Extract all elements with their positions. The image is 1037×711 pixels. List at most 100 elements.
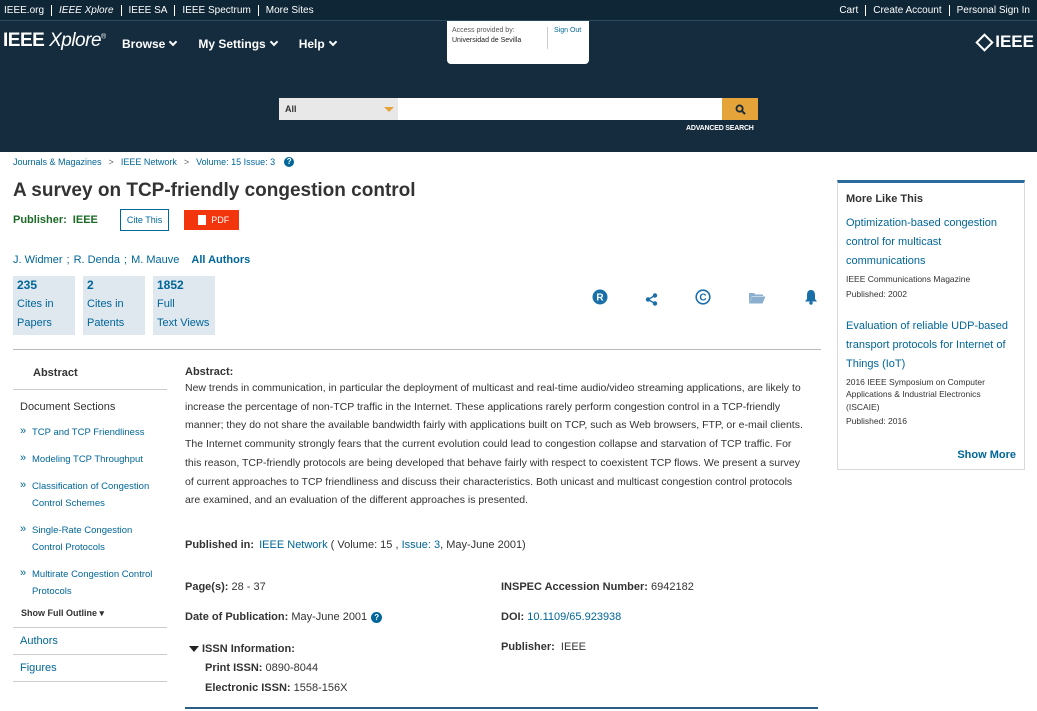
author-link[interactable]: R. Denda — [74, 254, 120, 266]
doi-link[interactable]: 10.1109/65.923938 — [527, 611, 621, 623]
publisher-info: Publisher: IEEE — [13, 214, 98, 226]
abstract-section: Abstract: New trends in communication, i… — [185, 366, 807, 510]
pdf-button[interactable]: PDF — [184, 210, 240, 230]
metric-label: Cites in — [17, 298, 54, 310]
create-account-link[interactable]: Create Account — [866, 5, 950, 16]
ieee-org-link[interactable]: IEEE.org — [4, 5, 53, 16]
related-article-year: Published: 2002 — [846, 288, 907, 299]
caret-down-icon: ▾ — [99, 608, 105, 618]
breadcrumb-volume[interactable]: Volume: 15 Issue: 3 — [196, 157, 275, 167]
all-authors-link[interactable]: All Authors — [191, 254, 250, 266]
search-button[interactable] — [722, 98, 758, 120]
related-article-title[interactable]: Optimization-based congestion control fo… — [846, 214, 1016, 271]
bell-icon[interactable] — [804, 289, 818, 305]
metric-cites-patents[interactable]: 2 Cites in Patents — [83, 276, 145, 335]
pdf-icon — [198, 215, 207, 225]
date-of-publication: Date of Publication: May-June 2001? — [185, 611, 383, 623]
breadcrumb-journals[interactable]: Journals & Magazines — [13, 157, 102, 167]
ieee-sa-link[interactable]: IEEE SA — [122, 5, 176, 16]
doi-label: DOI: — [501, 611, 525, 623]
sidebar-section-link[interactable]: Modeling TCP Throughput — [13, 446, 167, 473]
date-label: Date of Publication: — [185, 611, 289, 623]
search-input[interactable] — [398, 98, 722, 120]
personal-sign-in-link[interactable]: Personal Sign In — [950, 5, 1030, 16]
issn-info[interactable]: ISSN Information: — [189, 643, 295, 655]
logo-italic: Xplore — [49, 30, 102, 51]
main-nav: Browse My Settings Help — [122, 37, 358, 51]
sidebar-section-link[interactable]: Single-Rate Congestion Control Protocols — [13, 517, 167, 561]
pages-info: Page(s): 28 - 37 — [185, 581, 266, 593]
author-link[interactable]: M. Mauve — [131, 254, 179, 266]
metric-full-text-views[interactable]: 1852 Full Text Views — [153, 276, 215, 335]
show-more-link[interactable]: Show More — [957, 449, 1016, 461]
help-icon[interactable]: ? — [371, 612, 383, 623]
pages-value: 28 - 37 — [231, 581, 266, 593]
caret-down-icon — [189, 646, 199, 652]
nav-my-settings-label: My Settings — [198, 37, 266, 51]
related-article-title[interactable]: Evaluation of reliable UDP-based transpo… — [846, 317, 1016, 374]
author-link[interactable]: J. Widmer — [13, 254, 63, 266]
chevron-down-icon — [169, 37, 178, 47]
show-full-outline-toggle[interactable]: Show Full Outline ▾ — [13, 605, 167, 628]
issue-link[interactable]: Issue: 3 — [402, 539, 441, 551]
sidebar-figures[interactable]: Figures — [13, 655, 167, 682]
pages-label: Page(s): — [185, 581, 229, 593]
cart-link[interactable]: Cart — [832, 5, 867, 16]
svg-text:R: R — [596, 293, 604, 304]
breadcrumb-ieee-network[interactable]: IEEE Network — [121, 157, 177, 167]
authors-list: J. Widmer; R. Denda; M. Mauve All Author… — [13, 254, 254, 266]
share-icon[interactable] — [645, 293, 658, 306]
search-scope-select[interactable]: All — [279, 98, 398, 120]
print-issn-label: Print ISSN: — [205, 662, 263, 674]
inspec-value: 6942182 — [650, 581, 694, 593]
ieee-brand-logo[interactable]: IEEE — [975, 32, 1034, 52]
related-article: Evaluation of reliable UDP-based transpo… — [838, 317, 1024, 427]
sidebar-authors[interactable]: Authors — [13, 628, 167, 655]
help-icon[interactable]: ? — [284, 157, 295, 167]
published-in-label: Published in: — [185, 539, 255, 551]
journal-link[interactable]: IEEE Network — [259, 539, 327, 551]
metric-label: Papers — [17, 317, 52, 329]
ieee-spectrum-link[interactable]: IEEE Spectrum — [175, 5, 259, 16]
rights-icon[interactable]: R — [592, 289, 608, 305]
metrics-row: 235 Cites in Papers 2 Cites in Patents 1… — [13, 276, 223, 335]
registered-mark: ® — [101, 33, 106, 41]
access-label: Access provided by: — [452, 27, 515, 34]
nav-browse[interactable]: Browse — [122, 37, 178, 51]
sidebar-section-link[interactable]: Classification of Congestion Control Sch… — [13, 473, 167, 517]
copyright-icon[interactable]: C — [695, 289, 711, 305]
page-title: A survey on TCP-friendly congestion cont… — [13, 180, 416, 201]
nav-help-label: Help — [298, 37, 325, 51]
nav-my-settings[interactable]: My Settings — [198, 37, 278, 51]
print-issn-value: 0890-8044 — [265, 662, 319, 674]
sidebar-section-link[interactable]: Multirate Congestion Control Protocols — [13, 561, 167, 605]
issn-label: ISSN Information: — [202, 643, 295, 655]
search-scope-value: All — [285, 104, 297, 114]
sidebar-abstract[interactable]: Abstract — [13, 357, 167, 390]
more-like-this-panel: More Like This Optimization-based conges… — [837, 180, 1025, 470]
publisher-value: IEEE — [72, 214, 98, 226]
sidebar-section-link[interactable]: TCP and TCP Friendliness — [13, 419, 167, 446]
sign-out-link[interactable]: Sign Out — [547, 27, 581, 49]
cite-this-button[interactable]: Cite This — [119, 209, 170, 231]
abstract-text: New trends in communication, in particul… — [185, 382, 803, 507]
publisher-detail: Publisher: IEEE — [501, 641, 586, 653]
publisher-detail-value: IEEE — [560, 641, 586, 653]
more-like-this-heading: More Like This — [846, 193, 924, 205]
ieee-xplore-logo[interactable]: IEEE Xplore® — [3, 30, 106, 52]
more-sites-link[interactable]: More Sites — [259, 5, 314, 16]
advanced-search-link[interactable]: ADVANCED SEARCH — [686, 125, 754, 132]
nav-help[interactable]: Help — [298, 37, 337, 51]
doi-info: DOI: 10.1109/65.923938 — [501, 611, 621, 623]
metric-cites-papers[interactable]: 235 Cites in Papers — [13, 276, 75, 335]
electronic-issn-value: 1558-156X — [293, 682, 348, 694]
metric-number: 235 — [17, 278, 38, 292]
ieee-xplore-link[interactable]: IEEE Xplore — [52, 5, 122, 16]
dropdown-arrow-icon — [384, 107, 394, 112]
folder-icon[interactable] — [748, 291, 766, 304]
ieee-xplore-link-text: IEEE Xplore — [59, 5, 114, 16]
metric-label: Text Views — [157, 317, 210, 329]
ieee-diamond-icon — [975, 32, 994, 52]
top-bar: IEEE.org IEEE Xplore IEEE SA IEEE Spectr… — [0, 0, 1037, 21]
abstract-heading: Abstract: — [185, 366, 234, 378]
